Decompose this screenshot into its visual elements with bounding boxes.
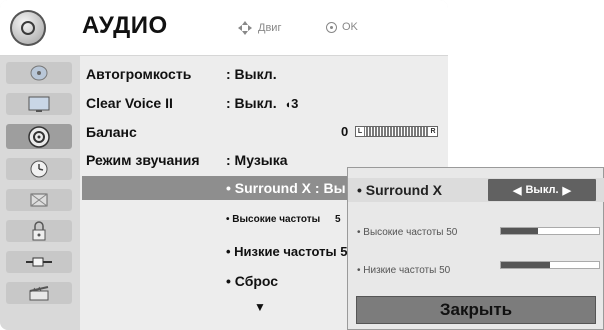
sidebar-item-picture[interactable]: [6, 93, 72, 115]
speaker-icon: [28, 125, 50, 148]
sound-mode-value: : Музыка: [226, 152, 288, 168]
padlock-icon: [32, 221, 46, 241]
auto-volume-value: : Выкл.: [226, 66, 277, 82]
treble-slider[interactable]: [500, 227, 600, 235]
balance-left-marker: L: [356, 127, 364, 136]
submenu-surround[interactable]: • Surround X : Вы: [226, 180, 346, 196]
treble-slider-fill: [501, 228, 539, 234]
sidebar: [0, 56, 80, 330]
clock-icon: [30, 160, 48, 178]
sidebar-item-option[interactable]: [6, 220, 72, 242]
sidebar-item-audio[interactable]: [6, 124, 72, 149]
auto-volume-label[interactable]: Автогромкость: [86, 66, 191, 82]
clear-voice-level: 3: [291, 96, 299, 111]
popup-surround-label: • Surround X: [357, 182, 443, 198]
lock-screen-icon: [30, 193, 48, 207]
satellite-dish-icon: [30, 65, 48, 81]
ok-hint-label: OK: [342, 21, 358, 33]
left-arrow-icon[interactable]: ◀: [513, 184, 521, 197]
clear-voice-label[interactable]: Clear Voice II: [86, 95, 173, 111]
surround-toggle-value: Выкл.: [525, 184, 559, 196]
sidebar-item-time[interactable]: [6, 158, 72, 180]
clear-voice-state: : Выкл.: [226, 95, 277, 111]
ok-hint: OK: [326, 21, 358, 33]
menu-header: АУДИО Двиг OK: [0, 0, 448, 56]
dpad-icon: [238, 21, 252, 35]
speaker-icon: [10, 10, 46, 46]
submenu-bass[interactable]: • Низкие частоты 50: [226, 244, 355, 259]
submenu-treble-value: 5: [334, 214, 341, 225]
clear-voice-value: : Выкл. ◖3: [226, 95, 298, 111]
media-clapper-icon: [29, 286, 49, 301]
bass-slider-fill: [501, 262, 550, 268]
popup-treble-label: • Высокие частоты 50: [357, 227, 458, 238]
surround-toggle[interactable]: ◀ Выкл. ▶: [488, 179, 596, 201]
balance-value: 0: [341, 124, 349, 139]
popup-surround-row[interactable]: • Surround X ◀ Выкл. ▶: [348, 178, 604, 202]
submenu-treble[interactable]: • Высокие частоты 5: [226, 214, 341, 225]
close-button[interactable]: Закрыть: [356, 296, 596, 324]
submenu-treble-label: Высокие частоты: [232, 214, 321, 225]
surround-popup: • Surround X ◀ Выкл. ▶ • Высокие частоты…: [347, 167, 604, 330]
scroll-down-arrow[interactable]: ▼: [254, 300, 266, 314]
input-plug-icon: [26, 257, 52, 267]
sidebar-item-channels[interactable]: [6, 62, 72, 84]
navigation-hint: Двиг: [238, 21, 281, 35]
popup-bass-label: • Низкие частоты 50: [357, 265, 451, 276]
balance-right-marker: R: [429, 127, 437, 136]
balance-label[interactable]: Баланс: [86, 124, 137, 140]
sidebar-item-input[interactable]: [6, 251, 72, 273]
sidebar-item-lock[interactable]: [6, 189, 72, 211]
sound-mode-label[interactable]: Режим звучания: [86, 152, 200, 168]
tv-screen-icon: [28, 96, 50, 112]
balance-slider[interactable]: L R: [355, 126, 438, 137]
bass-slider[interactable]: [500, 261, 600, 269]
submenu-reset[interactable]: • Сброс: [226, 273, 278, 289]
right-arrow-icon[interactable]: ▶: [563, 184, 571, 197]
page-title: АУДИО: [82, 12, 168, 39]
sidebar-item-media[interactable]: [6, 282, 72, 304]
ok-icon: [326, 21, 337, 33]
navigation-hint-label: Двиг: [258, 22, 282, 34]
